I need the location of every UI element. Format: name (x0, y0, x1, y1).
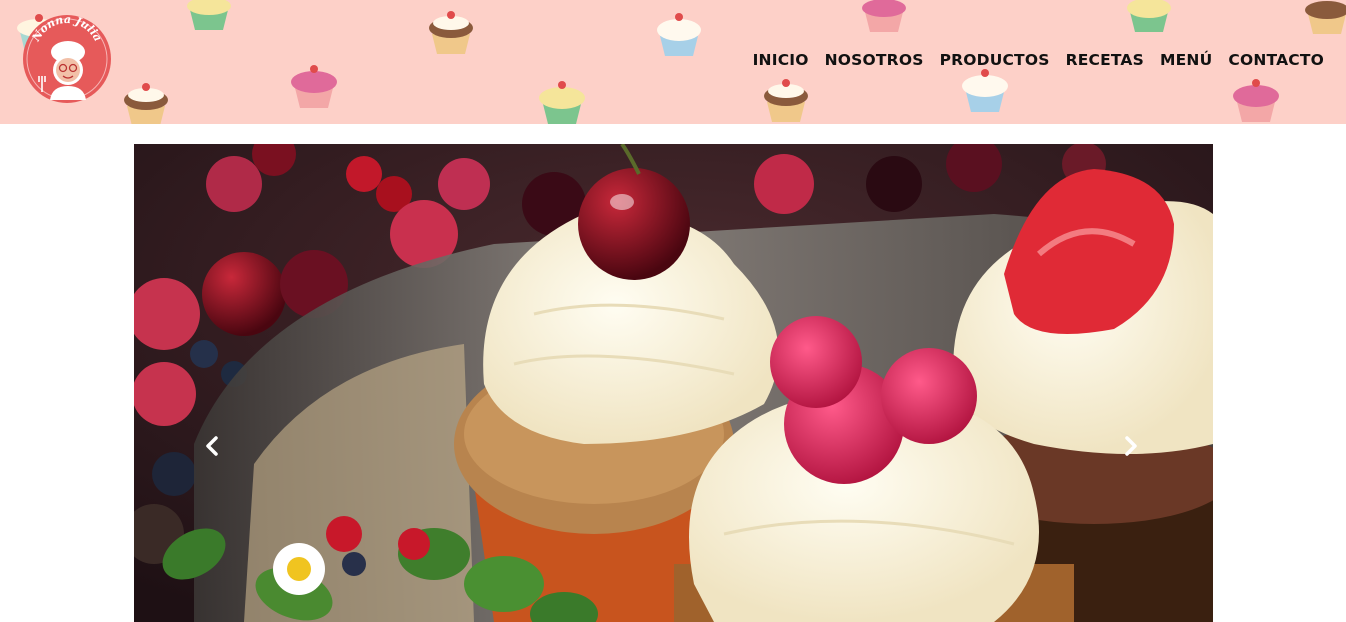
cupcake-pattern-icon (862, 0, 906, 32)
cupcake-pattern-icon (657, 13, 701, 56)
cupcake-pattern-icon (1233, 79, 1279, 122)
cupcakes-hero-image (134, 144, 1213, 622)
chevron-left-icon (206, 436, 218, 456)
cupcake-pattern-icon (187, 0, 231, 30)
cupcake-pattern-icon (1127, 0, 1171, 32)
nonna-julia-logo-icon: Nonna Julia (23, 13, 111, 103)
chevron-right-icon (1125, 436, 1137, 456)
cupcake-pattern-icon (539, 81, 585, 124)
carousel-next-button[interactable] (1117, 432, 1145, 460)
nav-item-productos[interactable]: PRODUCTOS (940, 51, 1050, 69)
nav-item-nosotros[interactable]: NOSOTROS (825, 51, 924, 69)
nav-item-inicio[interactable]: INICIO (753, 51, 809, 69)
cupcake-pattern-icon (1305, 1, 1346, 34)
brand-logo[interactable]: Nonna Julia (22, 13, 112, 104)
cupcake-pattern-icon (291, 65, 337, 108)
cupcake-pattern-icon (962, 69, 1008, 112)
hero-carousel (134, 144, 1213, 622)
site-header: Nonna Julia INICIO NOSOTROS PRODUCTOS RE… (0, 0, 1346, 124)
main-nav: INICIO NOSOTROS PRODUCTOS RECETAS MENÚ C… (753, 51, 1324, 69)
cupcake-pattern-icon (124, 83, 168, 124)
nav-item-menu[interactable]: MENÚ (1160, 51, 1212, 69)
cupcake-pattern-icon (764, 79, 808, 122)
nav-item-recetas[interactable]: RECETAS (1066, 51, 1144, 69)
carousel-prev-button[interactable] (198, 432, 226, 460)
nav-item-contacto[interactable]: CONTACTO (1228, 51, 1324, 69)
cupcake-pattern-icon (429, 11, 473, 54)
